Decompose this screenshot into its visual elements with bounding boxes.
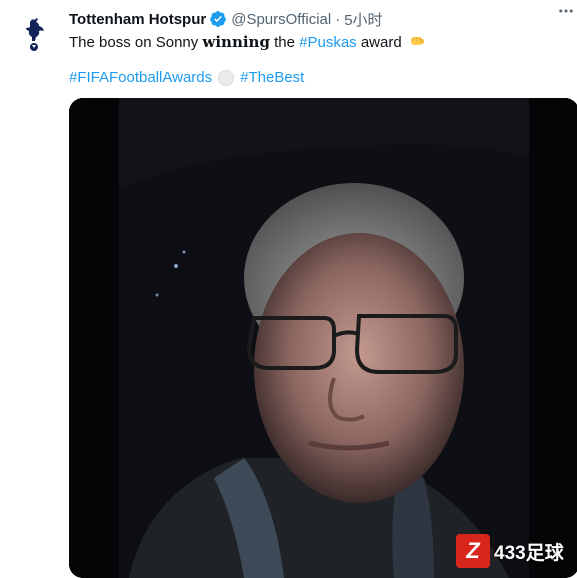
hashtags-line: #FIFAFootballAwards #TheBest bbox=[69, 68, 304, 88]
hashtag-puskas-link[interactable]: #Puskas bbox=[299, 34, 357, 51]
text-segment: The boss on Sonny bbox=[69, 34, 203, 51]
video-frame-image bbox=[69, 98, 577, 578]
watermark-text: 433足球 bbox=[494, 542, 564, 564]
more-options-button[interactable] bbox=[557, 2, 575, 20]
soccer-ball-emoji-icon bbox=[218, 70, 235, 86]
display-name[interactable]: Tottenham Hotspur bbox=[69, 11, 206, 28]
hashtag-fifa-link[interactable]: #FIFAFootballAwards bbox=[69, 68, 212, 88]
timestamp[interactable]: 5小时 bbox=[344, 9, 382, 30]
text-bold-segment: winning bbox=[202, 33, 270, 51]
more-horizontal-icon bbox=[559, 9, 573, 13]
spurs-logo-icon bbox=[26, 18, 44, 51]
hashtag-thebest-link[interactable]: #TheBest bbox=[240, 68, 304, 88]
tweet-header: Tottenham Hotspur @SpursOfficial · 5小时 bbox=[69, 8, 567, 30]
verified-badge-icon bbox=[209, 10, 227, 28]
text-segment: award bbox=[356, 34, 402, 51]
handle[interactable]: @SpursOfficial bbox=[231, 11, 331, 28]
watermark-logo: Z 433足球 bbox=[456, 530, 577, 572]
tweet-text: The boss on Sonny winning the #Puskas aw… bbox=[69, 32, 425, 55]
avatar[interactable] bbox=[10, 10, 58, 58]
separator-dot: · bbox=[335, 10, 341, 28]
watermark-badge: Z bbox=[456, 534, 490, 568]
fist-emoji-icon bbox=[409, 33, 425, 55]
text-segment: the bbox=[269, 34, 300, 51]
tweet-video[interactable] bbox=[69, 98, 577, 578]
